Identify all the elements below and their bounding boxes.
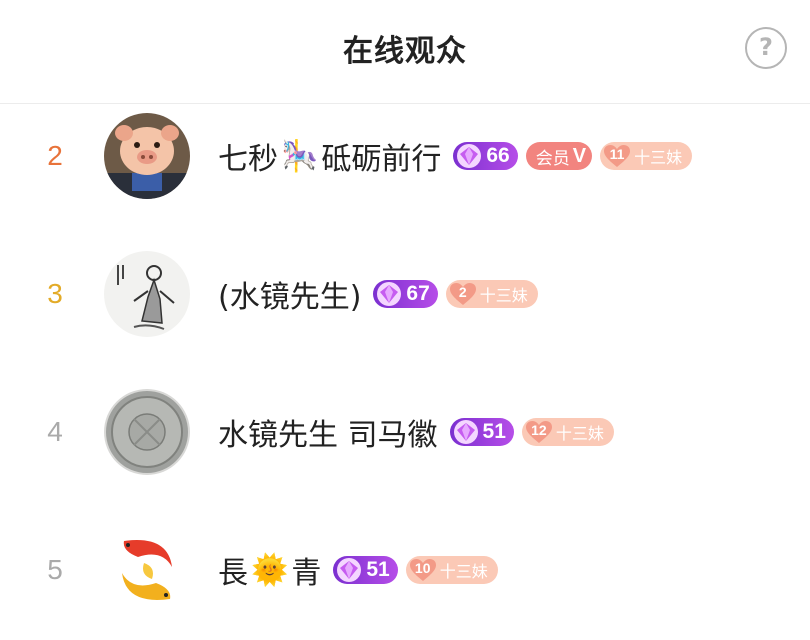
diamond-icon [453, 420, 478, 444]
pig-avatar[interactable] [104, 113, 190, 199]
viewer-name-part: 砥砺前行 [321, 142, 442, 177]
viewer-name-part: 長 [218, 556, 248, 591]
viewer-info: 七秒 🎠 砥砺前行 66 会员 V 11 十三妹 [218, 106, 693, 206]
fan-level: 11 [609, 146, 625, 162]
fan-badge: 10 十三妹 [405, 556, 498, 584]
help-icon[interactable]: ? [745, 27, 787, 69]
level-value: 66 [486, 144, 510, 167]
carousel-horse-icon: 🎠 [281, 138, 319, 174]
ink-figure-avatar[interactable] [104, 251, 190, 337]
fan-badge: 2 十三妹 [445, 280, 538, 308]
fan-level: 2 [458, 284, 467, 300]
rank-number: 5 [47, 554, 63, 585]
rank-number: 4 [47, 416, 63, 447]
viewer-name-part: (水镜先生) [218, 280, 362, 315]
vip-v-icon: V [572, 144, 587, 167]
rank-number: 3 [47, 278, 63, 309]
fan-level: 10 [414, 560, 431, 576]
fan-heart-icon: 11 [602, 143, 632, 169]
viewer-name-part: 七秒 [218, 142, 278, 177]
viewer-name-part: 青 [291, 556, 322, 591]
diamond-icon [377, 282, 402, 306]
diamond-icon [337, 558, 362, 582]
viewer-name[interactable]: 長 🌞 青 [218, 548, 321, 592]
viewer-info: 長 🌞 青 51 10 十三妹 [218, 520, 498, 620]
level-badge: 66 [453, 142, 518, 170]
viewer-row[interactable]: 4 水镜先生 司马徽 51 12 十三妹 [0, 382, 810, 482]
rank-number: 2 [47, 140, 63, 171]
fan-name: 十三妹 [634, 148, 683, 167]
fan-heart-icon: 10 [408, 557, 438, 583]
page-title: 在线观众 [343, 34, 467, 69]
viewer-row[interactable]: 2 七秒 🎠 砥砺前行 66 会员 V 11 十三妹 [0, 106, 810, 206]
level-value: 51 [482, 420, 506, 443]
fan-name: 十三妹 [555, 424, 604, 443]
fan-heart-icon: 2 [448, 281, 478, 307]
viewer-info: (水镜先生) 67 2 十三妹 [218, 244, 538, 344]
koi-avatar[interactable] [104, 527, 190, 613]
level-badge: 51 [449, 418, 514, 446]
level-value: 51 [366, 558, 390, 581]
viewer-name[interactable]: (水镜先生) [218, 272, 361, 316]
level-badge: 67 [373, 280, 438, 308]
diamond-icon [457, 144, 482, 168]
fan-name: 十三妹 [439, 562, 488, 581]
sun-face-icon: 🌞 [251, 552, 289, 588]
fan-badge: 12 十三妹 [521, 418, 614, 446]
coin-avatar[interactable] [104, 389, 190, 475]
viewer-name-part: 水镜先生 司马徽 [218, 418, 438, 453]
vip-badge: 会员 V [525, 142, 593, 170]
viewer-row[interactable]: 3 (水镜先生) 67 2 十三妹 [0, 244, 810, 344]
level-badge: 51 [333, 556, 398, 584]
fan-level: 12 [531, 422, 547, 438]
viewer-info: 水镜先生 司马徽 51 12 十三妹 [218, 382, 614, 482]
viewer-row[interactable]: 5 長 🌞 青 51 10 十三妹 [0, 520, 810, 620]
header-bar: 在线观众 ? [0, 0, 810, 104]
viewer-name[interactable]: 七秒 🎠 砥砺前行 [218, 134, 441, 178]
viewer-name[interactable]: 水镜先生 司马徽 [218, 410, 438, 454]
fan-name: 十三妹 [479, 286, 528, 305]
level-value: 67 [406, 282, 430, 305]
vip-label: 会员 [535, 148, 570, 169]
fan-badge: 11 十三妹 [600, 142, 693, 170]
fan-heart-icon: 12 [524, 419, 554, 445]
